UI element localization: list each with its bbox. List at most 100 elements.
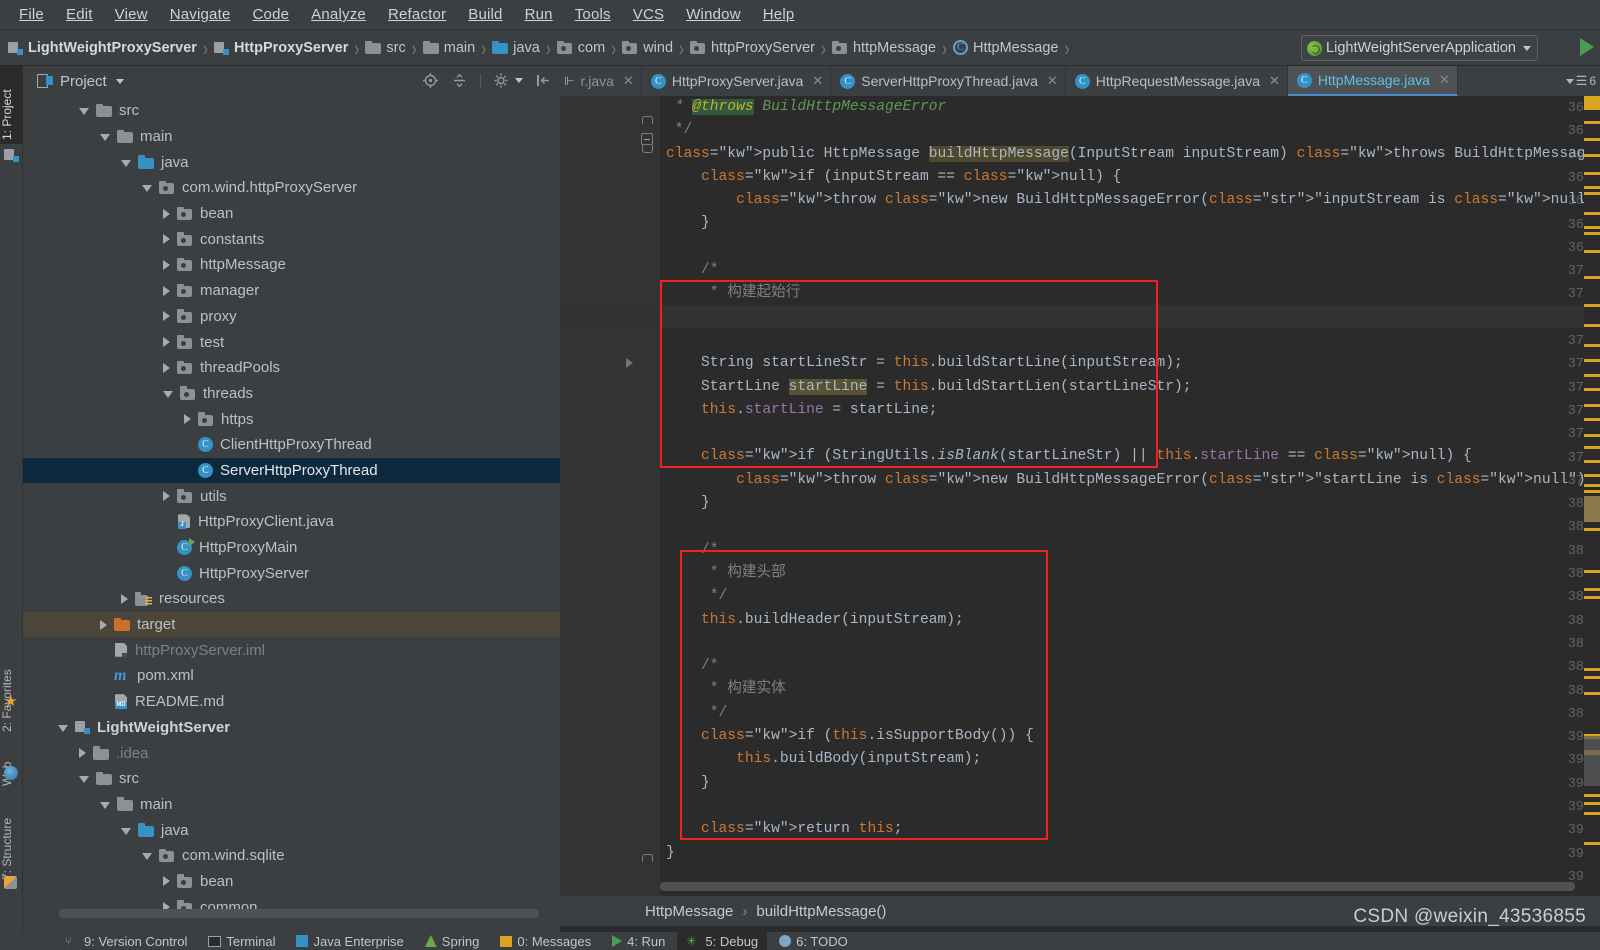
menu-item-edit[interactable]: Edit <box>55 3 104 26</box>
menu-item-refactor[interactable]: Refactor <box>377 3 457 26</box>
tree-item--idea[interactable]: .idea <box>23 740 560 766</box>
close-icon[interactable]: ✕ <box>1439 72 1450 88</box>
code-editor[interactable]: 3633643653663673683693703713723733743753… <box>560 96 1600 896</box>
sidebar-item-structure[interactable]: 7: Structure <box>0 792 23 884</box>
chevron-right-icon[interactable] <box>163 311 170 322</box>
sidebar-item-favorites[interactable]: 2: Favorites <box>0 636 23 736</box>
error-stripe-column[interactable] <box>1584 96 1600 886</box>
code-line[interactable]: * 构建实体 <box>660 678 1600 701</box>
code-line[interactable]: } <box>660 842 1600 865</box>
tree-item-main[interactable]: main <box>23 124 560 150</box>
chevron-right-icon[interactable] <box>163 876 170 887</box>
chevron-down-icon[interactable] <box>515 78 523 83</box>
editor-breadcrumb-method[interactable]: buildHttpMessage() <box>756 903 886 920</box>
chevron-down-icon[interactable] <box>1523 45 1531 51</box>
chevron-down-icon[interactable] <box>142 853 152 861</box>
tree-item-bean[interactable]: bean <box>23 201 560 227</box>
fold-cap-icon[interactable] <box>642 854 653 862</box>
code-line[interactable] <box>660 515 1600 538</box>
code-line[interactable] <box>660 422 1600 445</box>
breadcrumb-item-httpproxyserver[interactable]: HttpProxyServer <box>212 35 350 61</box>
code-line[interactable]: class="kw">if (inputStream == class="kw"… <box>660 166 1600 189</box>
breadcrumb-item-wind[interactable]: wind <box>620 35 675 61</box>
tree-item-httpmessage[interactable]: httpMessage <box>23 252 560 278</box>
menu-item-navigate[interactable]: Navigate <box>159 3 242 26</box>
chevron-right-icon[interactable] <box>163 285 170 296</box>
editor-tab-serverhttpproxythread-java[interactable]: C ServerHttpProxyThread.java ✕ <box>831 66 1066 96</box>
chevron-right-icon[interactable] <box>163 234 170 245</box>
editor-tabs-overflow[interactable]: ☰ 6 <box>1561 66 1600 96</box>
chevron-right-icon[interactable] <box>163 337 170 348</box>
code-line[interactable]: this.startLine = startLine; <box>660 399 1600 422</box>
menu-item-run[interactable]: Run <box>514 3 564 26</box>
breadcrumb-item-main[interactable]: main <box>421 35 477 61</box>
breadcrumb-item-com[interactable]: com <box>555 35 607 61</box>
code-line[interactable]: * 构建起始行 <box>660 282 1600 305</box>
code-line[interactable]: class="kw">return this; <box>660 818 1600 841</box>
tree-item-main[interactable]: main <box>23 792 560 818</box>
tree-item-threads[interactable]: threads <box>23 381 560 407</box>
inspection-summary-marker[interactable] <box>1584 96 1600 110</box>
tree-item-utils[interactable]: utils <box>23 483 560 509</box>
editor-tab-httpmessage-java[interactable]: C HttpMessage.java ✕ <box>1287 66 1458 96</box>
chevron-down-icon[interactable] <box>79 108 89 116</box>
code-line[interactable]: this.buildBody(inputStream); <box>660 748 1600 771</box>
editor-gutter[interactable] <box>560 96 638 896</box>
status-item-java-enterprise[interactable]: Java Enterprise <box>287 932 412 950</box>
tree-item-clienthttpproxythread[interactable]: C ClientHttpProxyThread <box>23 432 560 458</box>
chevron-right-icon[interactable] <box>163 259 170 270</box>
project-tree-horizontal-scrollbar[interactable] <box>59 909 539 918</box>
code-content[interactable]: * @throws BuildHttpMessageError */ class=… <box>660 96 1600 896</box>
menu-item-code[interactable]: Code <box>242 3 301 26</box>
chevron-right-icon[interactable] <box>163 362 170 373</box>
code-line[interactable]: /* <box>660 259 1600 282</box>
tree-item-https[interactable]: https <box>23 406 560 432</box>
code-line[interactable]: StartLine startLine = this.buildStartLie… <box>660 376 1600 399</box>
code-line[interactable]: */ <box>660 585 1600 608</box>
status-item-version-control[interactable]: ⑂ 9: Version Control <box>56 932 196 950</box>
tree-item-src[interactable]: src <box>23 98 560 124</box>
tree-item-lightweightserver[interactable]: LightWeightServer <box>23 715 560 741</box>
tree-item-com-wind-sqlite[interactable]: com.wind.sqlite <box>23 843 560 869</box>
locate-icon[interactable] <box>422 72 439 89</box>
tree-item-src[interactable]: src <box>23 766 560 792</box>
chevron-down-icon[interactable] <box>79 776 89 784</box>
menu-item-help[interactable]: Help <box>752 3 806 26</box>
chevron-down-icon[interactable] <box>121 827 131 835</box>
settings-gear-icon[interactable] <box>493 72 510 89</box>
status-item-todo[interactable]: 6: TODO <box>770 932 857 950</box>
tree-item-proxy[interactable]: proxy <box>23 304 560 330</box>
editor-horizontal-scrollbar[interactable] <box>660 882 1575 891</box>
editor-tab-r-java[interactable]: ⊩ r.java ✕ <box>560 66 642 96</box>
breadcrumb-item-lightweightproxyserver[interactable]: LightWeightProxyServer <box>6 35 199 61</box>
menu-item-vcs[interactable]: VCS <box>622 3 675 26</box>
tree-item-bean[interactable]: bean <box>23 869 560 895</box>
editor-tab-httprequestmessage-java[interactable]: C HttpRequestMessage.java ✕ <box>1066 66 1288 96</box>
status-item-spring[interactable]: Spring <box>416 932 489 950</box>
menu-item-window[interactable]: Window <box>675 3 752 26</box>
code-line[interactable]: class="kw">if (StringUtils.isBlank(start… <box>660 445 1600 468</box>
menu-item-view[interactable]: View <box>104 3 159 26</box>
close-icon[interactable]: ✕ <box>812 73 823 89</box>
code-line[interactable]: class="kw">public HttpMessage buildHttpM… <box>660 143 1600 166</box>
chevron-down-icon[interactable] <box>121 159 131 167</box>
chevron-down-icon[interactable] <box>58 724 68 732</box>
code-line[interactable] <box>660 236 1600 259</box>
run-configuration-selector[interactable]: LightWeightServerApplication <box>1301 35 1538 61</box>
code-line[interactable]: class="kw">throw class="kw">new BuildHtt… <box>660 469 1600 492</box>
tree-item-com-wind-httpproxyserver[interactable]: com.wind.httpProxyServer <box>23 175 560 201</box>
tree-item-httpproxyserver-iml[interactable]: httpProxyServer.iml <box>23 637 560 663</box>
code-line[interactable] <box>660 795 1600 818</box>
code-line[interactable] <box>660 632 1600 655</box>
tree-item-manager[interactable]: manager <box>23 278 560 304</box>
code-line[interactable]: } <box>660 772 1600 795</box>
menu-item-build[interactable]: Build <box>457 3 513 26</box>
tree-item-httpproxymain[interactable]: C HttpProxyMain <box>23 535 560 561</box>
sidebar-item-web[interactable]: Web <box>0 738 23 790</box>
code-line[interactable]: this.buildHeader(inputStream); <box>660 609 1600 632</box>
gutter-arrow-icon[interactable] <box>626 358 633 368</box>
tree-item-constants[interactable]: constants <box>23 226 560 252</box>
chevron-right-icon[interactable] <box>184 414 191 425</box>
breadcrumb-item-src[interactable]: src <box>363 35 407 61</box>
breadcrumb-item-httpproxyserver-pkg[interactable]: httpProxyServer <box>688 35 817 61</box>
